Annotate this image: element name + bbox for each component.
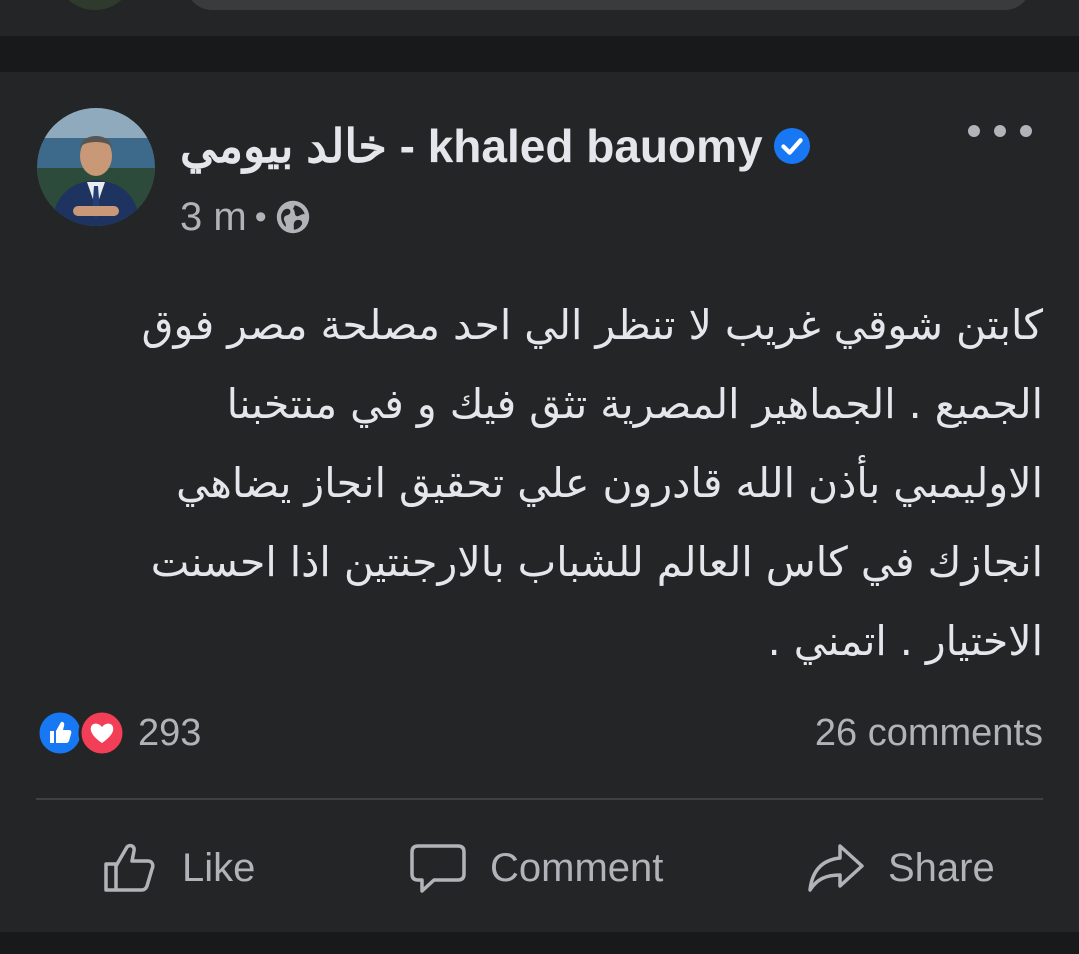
previous-post-card [0,0,1079,36]
meta-separator: • [254,197,267,236]
comment-icon [410,844,466,893]
post-text-line: الجميع . الجماهير المصرية تثق فيك و في م… [226,380,1043,428]
like-reaction-icon [36,709,84,757]
previous-comment-box[interactable] [186,0,1031,10]
post-author[interactable]: خالد بيومي - khaled bauomy [180,116,811,176]
post-timestamp[interactable]: 3 m [180,195,247,240]
reaction-count[interactable]: 293 [138,712,201,755]
share-icon [808,844,864,892]
reactions-summary[interactable]: 293 [36,708,201,758]
post-meta: 3 m • [180,194,311,240]
thumbs-up-icon [104,843,155,892]
post-text-line: كابتن شوقي غريب لا تنظر الي احد مصلحة مص… [141,301,1043,349]
verified-badge-icon [773,127,810,165]
author-avatar[interactable] [37,108,155,226]
post-card: خالد بيومي - khaled bauomy 3 m • كابتن ش… [0,72,1079,932]
share-label: Share [888,845,995,890]
feed-separator-bottom [0,932,1079,954]
post-text-line: الاختيار . اتمني . [767,617,1043,665]
globe-icon [276,200,309,234]
author-name[interactable]: خالد بيومي - khaled bauomy [180,119,763,173]
love-reaction-icon [78,709,126,757]
post-body: كابتن شوقي غريب لا تنظر الي احد مصلحة مص… [36,286,1043,681]
divider [36,798,1043,800]
share-button[interactable]: Share [806,838,995,898]
comments-count[interactable]: 26 comments [815,708,1043,758]
feed-separator [0,36,1079,72]
comment-label: Comment [490,845,664,890]
previous-avatar[interactable] [55,0,135,10]
like-button[interactable]: Like [100,838,255,898]
post-text-line: الاوليمبي بأذن الله قادرون علي تحقيق انج… [176,459,1043,507]
more-options-icon[interactable] [968,116,1032,146]
like-label: Like [182,845,256,890]
comment-button[interactable]: Comment [408,838,663,898]
post-text-line: انجازك في كاس العالم للشباب بالارجنتين ا… [150,538,1043,586]
